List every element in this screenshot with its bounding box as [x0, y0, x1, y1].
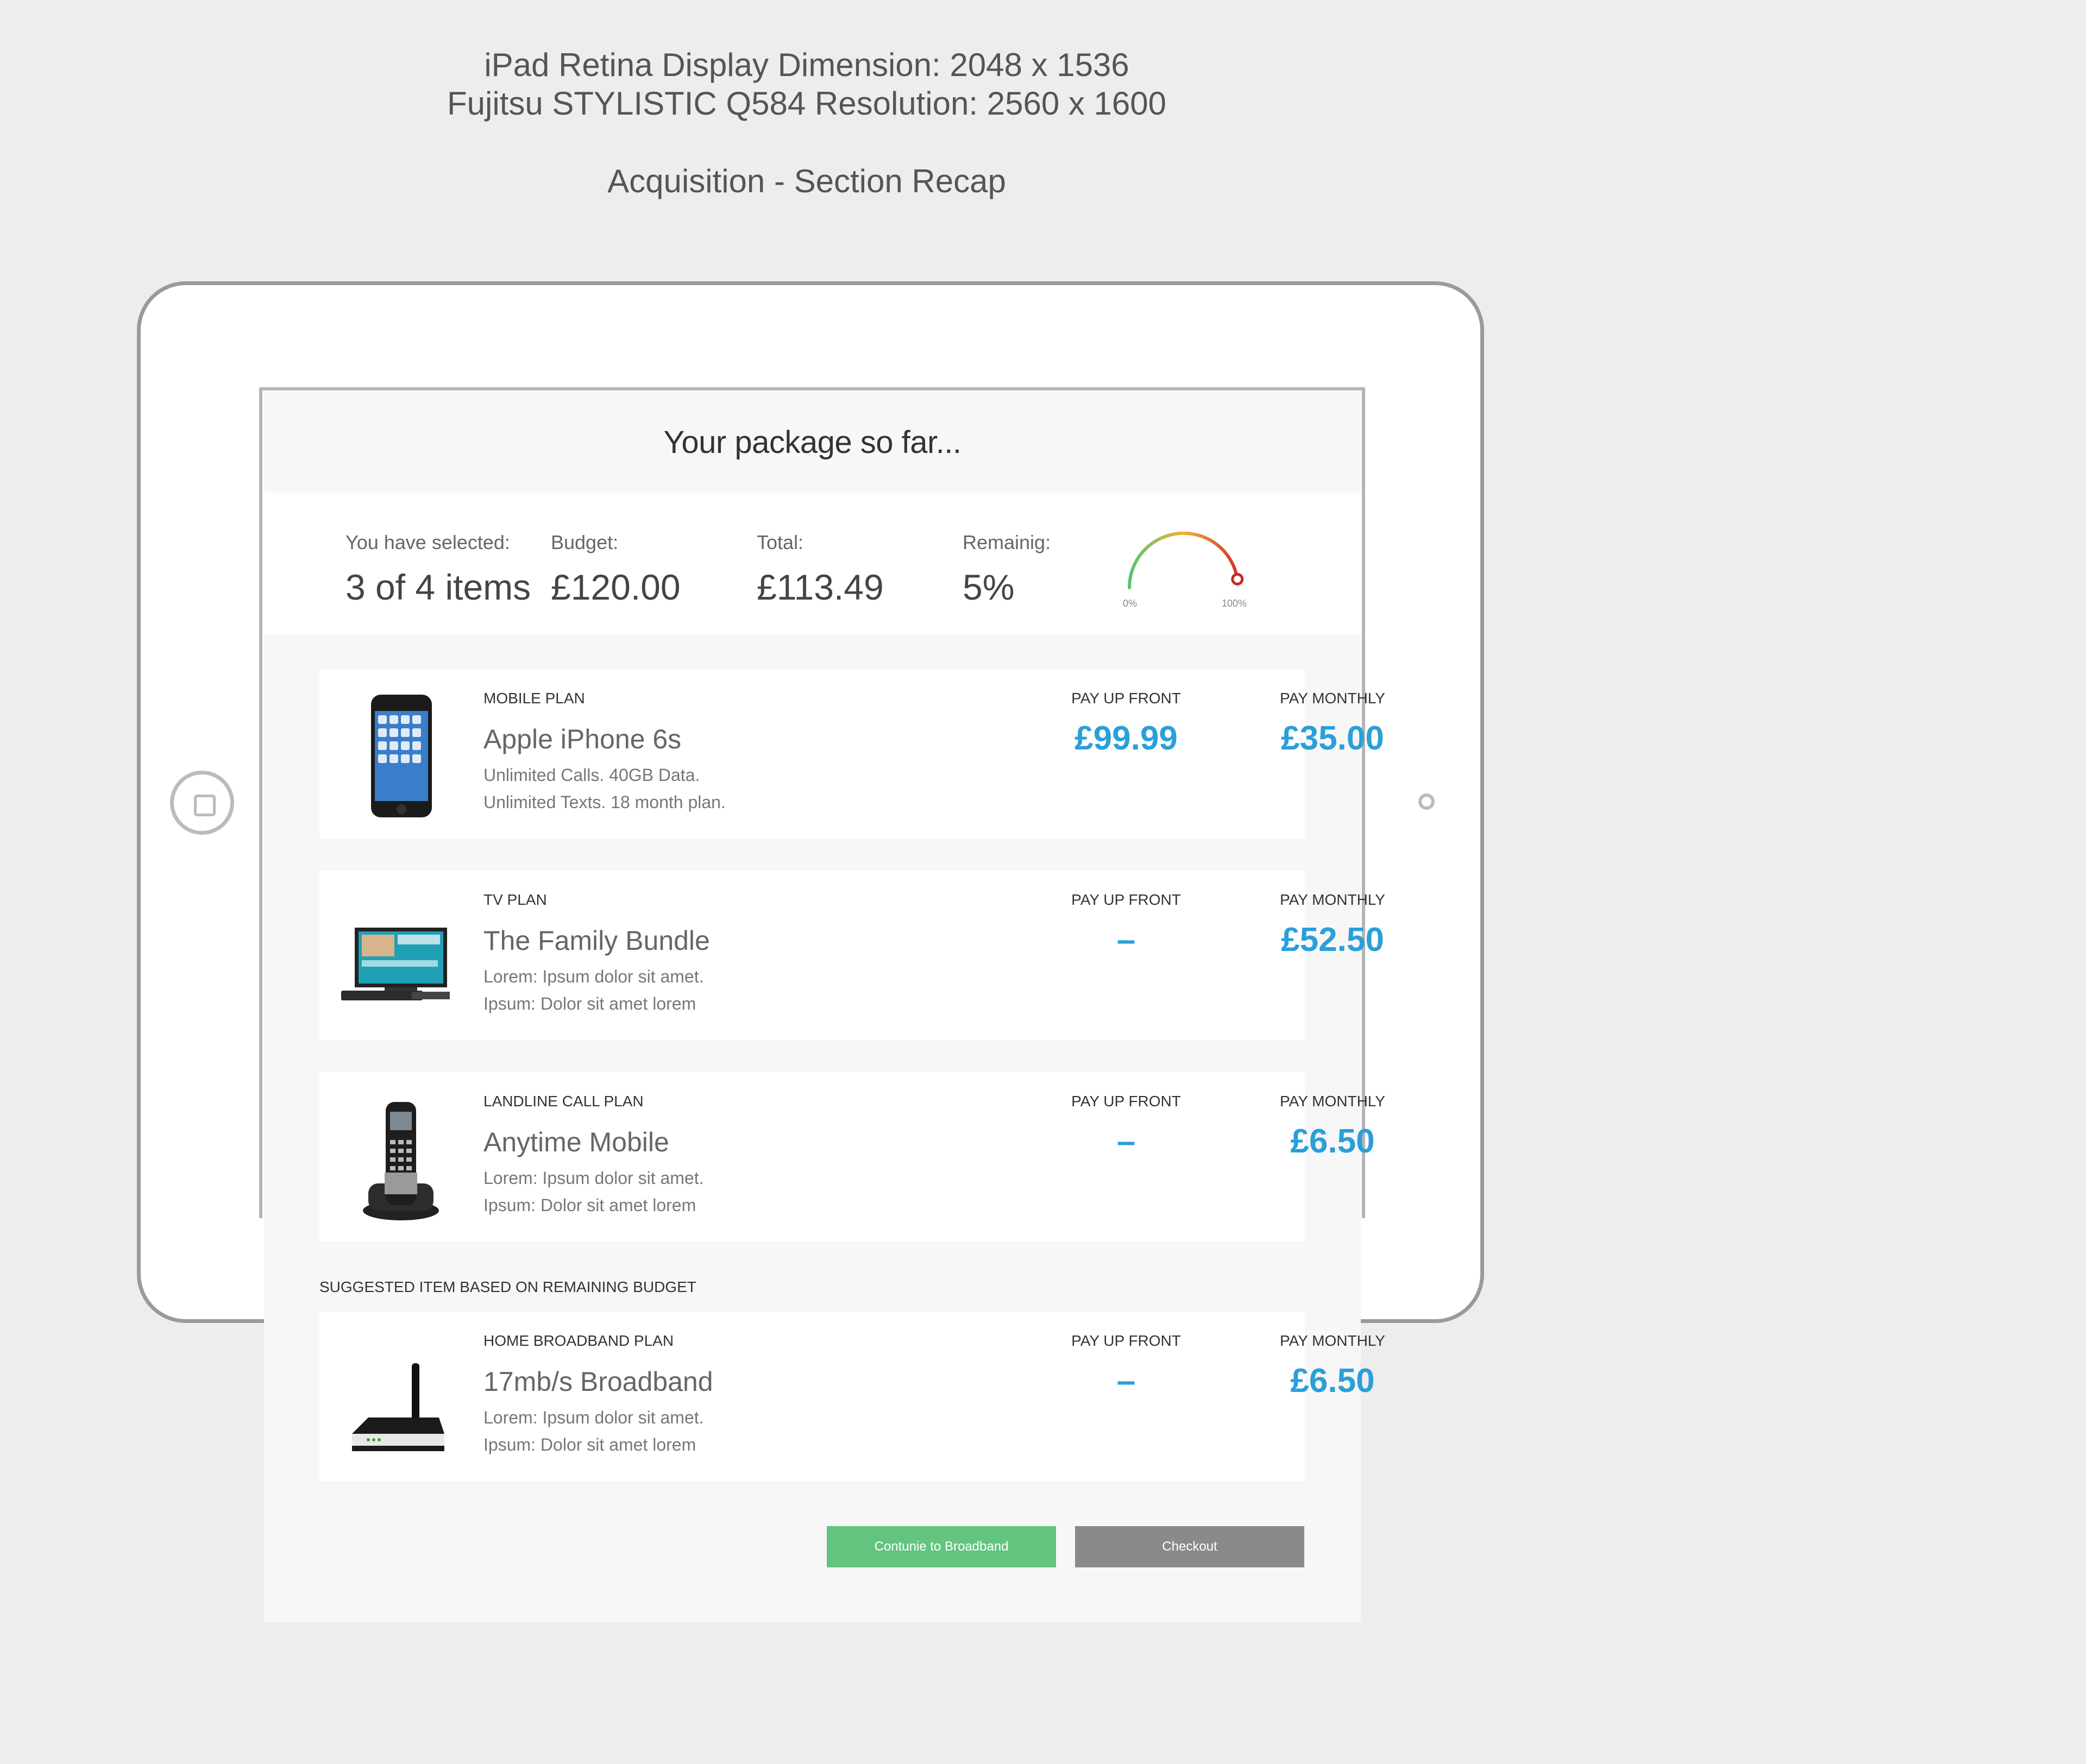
pay-monthly-label: PAY MONTHLY — [1280, 1332, 1385, 1349]
selected-stat: You have selected: 3 of 4 items — [345, 532, 531, 609]
plan-desc-line-1: Lorem: Ipsum dolor sit amet. — [483, 967, 704, 986]
checkout-button[interactable]: Checkout — [1075, 1526, 1304, 1567]
pay-up-front-label: PAY UP FRONT — [1071, 1332, 1181, 1349]
remaining-label: Remainig: — [963, 531, 1051, 553]
plan-desc-line-2: Ipsum: Dolor sit amet lorem — [483, 1435, 696, 1454]
cordless-phone-icon — [363, 1102, 439, 1220]
plan-type: TV PLAN — [483, 891, 547, 908]
remaining-stat: Remainig: 5% — [963, 532, 1051, 609]
budget-value: £120.00 — [551, 567, 681, 607]
gauge-needle — [1231, 572, 1244, 585]
gauge-max-label: 100% — [1222, 598, 1247, 609]
home-button[interactable] — [170, 771, 234, 835]
suggestion-heading: SUGGESTED ITEM BASED ON REMAINING BUDGET — [319, 1278, 696, 1295]
pay-monthly-value: £6.50 — [1290, 1123, 1375, 1160]
plan-name: 17mb/s Broadband — [483, 1366, 713, 1397]
plan-desc-line-2: Ipsum: Dolor sit amet lorem — [483, 994, 696, 1013]
plan-description: Unlimited Calls. 40GB Data. Unlimited Te… — [483, 761, 726, 816]
plan-desc-line-2: Unlimited Texts. 18 month plan. — [483, 792, 726, 812]
list-item-mobile-plan[interactable]: MOBILE PLAN Apple iPhone 6s Unlimited Ca… — [319, 669, 1385, 839]
budget-label: Budget: — [551, 531, 619, 553]
selected-value: 3 of 4 items — [345, 567, 531, 607]
camera-icon — [1418, 793, 1435, 810]
pay-monthly-label: PAY MONTHLY — [1280, 891, 1385, 908]
pay-up-front-label: PAY UP FRONT — [1071, 690, 1181, 707]
spec-line-ipad: iPad Retina Display Dimension: 2048 x 15… — [484, 47, 1129, 83]
list-item-broadband-suggestion[interactable]: HOME BROADBAND PLAN 17mb/s Broadband Lor… — [319, 1312, 1385, 1481]
panel-header: Your package so far... — [264, 392, 1361, 493]
plan-description: Lorem: Ipsum dolor sit amet. Ipsum: Dolo… — [483, 1404, 703, 1458]
plan-desc-line-1: Lorem: Ipsum dolor sit amet. — [483, 1408, 704, 1427]
plan-desc-line-1: Lorem: Ipsum dolor sit amet. — [483, 1168, 704, 1188]
pay-up-front-value: £99.99 — [1075, 720, 1178, 757]
plan-type: MOBILE PLAN — [483, 690, 585, 707]
gauge-fill — [1127, 531, 1239, 589]
pay-monthly-value: £6.50 — [1290, 1362, 1375, 1400]
pay-up-front-label: PAY UP FRONT — [1071, 891, 1181, 908]
plan-name: Anytime Mobile — [483, 1127, 669, 1157]
total-label: Total: — [757, 531, 804, 553]
page-title: Your package so far... — [663, 424, 962, 460]
remaining-value: 5% — [963, 567, 1015, 607]
pay-up-front-value: – — [1116, 921, 1136, 959]
smartphone-icon — [371, 695, 432, 817]
router-icon — [352, 1363, 444, 1451]
section-caption: Acquisition - Section Recap — [607, 163, 1006, 199]
budget-summary: You have selected: 3 of 4 items Budget: … — [264, 493, 1361, 635]
list-item-tv-plan[interactable]: TV PLAN The Family Bundle Lorem: Ipsum d… — [319, 871, 1385, 1040]
tv-icon — [341, 928, 450, 1000]
plan-description: Lorem: Ipsum dolor sit amet. Ipsum: Dolo… — [483, 963, 703, 1017]
pay-monthly-value: £52.50 — [1281, 921, 1384, 959]
pay-monthly-value: £35.00 — [1281, 720, 1384, 757]
list-item-landline-plan[interactable]: LANDLINE CALL PLAN Anytime Mobile Lorem:… — [319, 1072, 1385, 1242]
total-stat: Total: £113.49 — [757, 532, 884, 609]
pay-up-front-value: – — [1116, 1123, 1136, 1160]
continue-to-broadband-button[interactable]: Contunie to Broadband — [827, 1526, 1056, 1567]
plan-type: HOME BROADBAND PLAN — [483, 1332, 674, 1349]
spec-line-fujitsu: Fujitsu STYLISTIC Q584 Resolution: 2560 … — [447, 85, 1167, 122]
budget-stat: Budget: £120.00 — [551, 532, 681, 609]
pay-monthly-label: PAY MONTHLY — [1280, 1093, 1385, 1110]
pay-up-front-label: PAY UP FRONT — [1071, 1093, 1181, 1110]
plan-type: LANDLINE CALL PLAN — [483, 1093, 644, 1110]
total-value: £113.49 — [757, 567, 884, 607]
plan-desc-line-2: Ipsum: Dolor sit amet lorem — [483, 1195, 696, 1215]
plan-name: Apple iPhone 6s — [483, 724, 682, 754]
plan-description: Lorem: Ipsum dolor sit amet. Ipsum: Dolo… — [483, 1164, 703, 1219]
plan-name: The Family Bundle — [483, 925, 710, 956]
budget-gauge: 0% 100% — [1123, 531, 1247, 609]
package-panel: Your package so far... You have selected… — [264, 392, 1385, 1622]
pay-monthly-label: PAY MONTHLY — [1280, 690, 1385, 707]
pay-up-front-value: – — [1116, 1362, 1136, 1400]
selected-label: You have selected: — [345, 531, 510, 553]
gauge-track — [1128, 532, 1240, 588]
gauge-min-label: 0% — [1123, 598, 1137, 609]
plan-desc-line-1: Unlimited Calls. 40GB Data. — [483, 765, 700, 785]
